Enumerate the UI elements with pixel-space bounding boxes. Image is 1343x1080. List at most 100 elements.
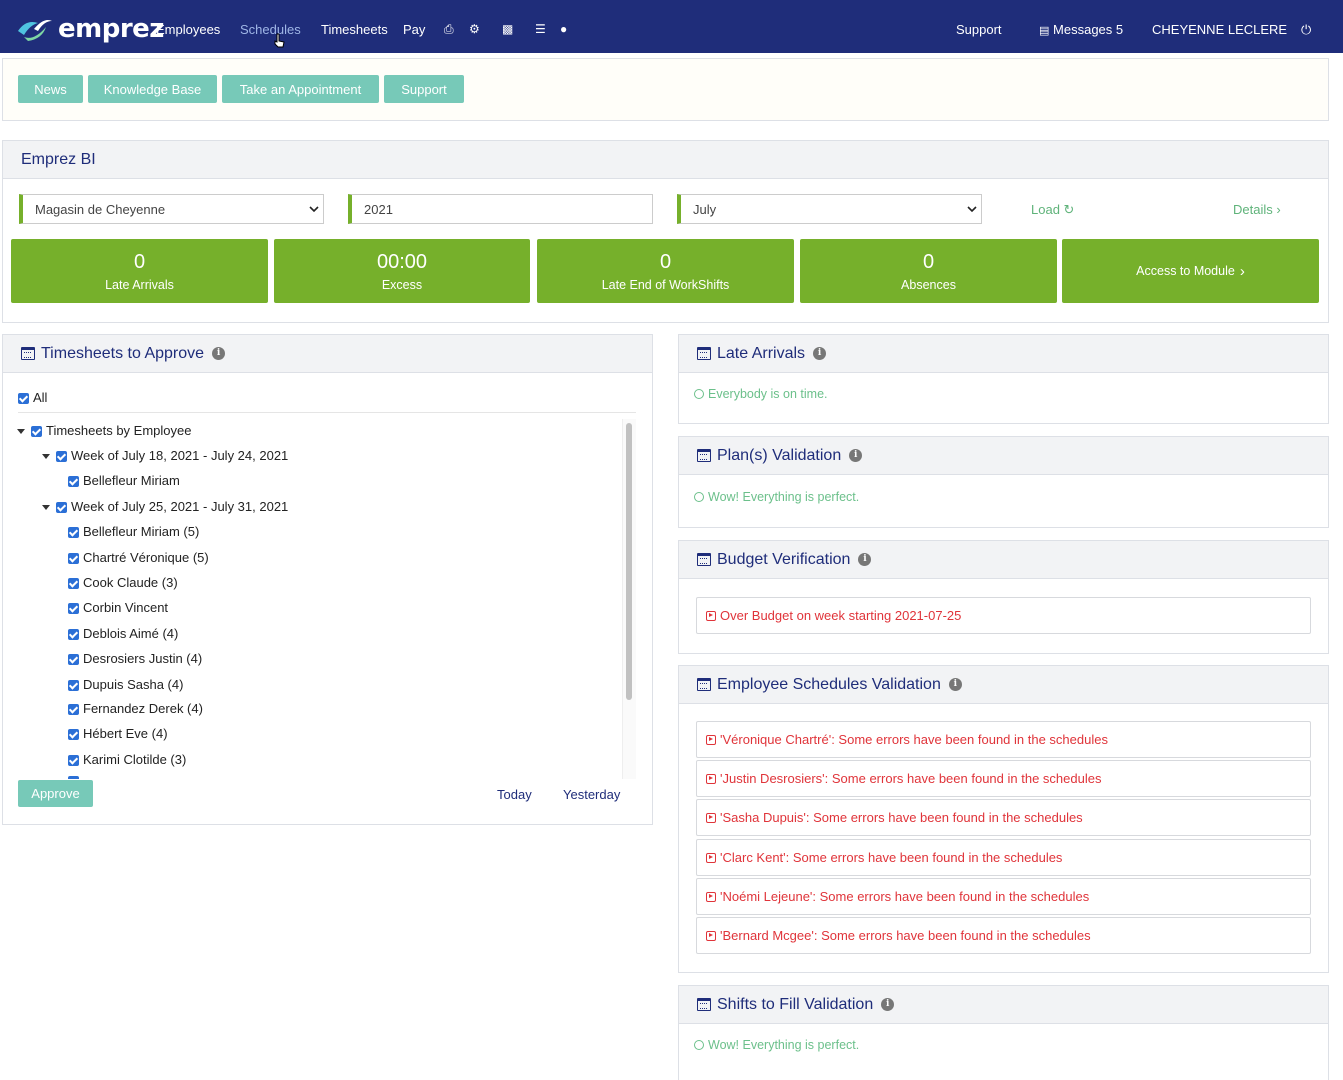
nav-messages[interactable]: ▤ Messages 5 <box>1039 22 1123 37</box>
tree-employee[interactable]: Deblois Aimé (4) <box>68 626 178 641</box>
schedule-error-item[interactable]: 'Noémi Lejeune': Some errors have been f… <box>696 878 1311 915</box>
plans-title: Plan(s) Validation <box>717 446 842 464</box>
checkbox[interactable] <box>68 629 79 641</box>
nav-schedules[interactable]: Schedules <box>240 22 301 37</box>
schedule-error-item[interactable]: 'Sasha Dupuis': Some errors have been fo… <box>696 799 1311 836</box>
tree-week-2[interactable]: Week of July 25, 2021 - July 31, 2021 <box>42 499 288 514</box>
checkbox[interactable] <box>68 553 79 565</box>
list-icon[interactable]: ☰ <box>535 22 546 36</box>
month-select-value: July <box>693 201 717 217</box>
timesheets-header: Timesheets to Approve i <box>3 335 652 373</box>
month-select[interactable]: July <box>677 194 982 224</box>
shifts-header: Shifts to Fill Validation i <box>679 986 1328 1024</box>
nav-pay[interactable]: Pay <box>403 22 425 37</box>
checkbox[interactable] <box>31 426 42 438</box>
tree-employee[interactable]: Cook Claude (3) <box>68 575 178 590</box>
info-icon[interactable]: i <box>212 347 226 360</box>
tree-employee[interactable]: Bellefleur Miriam (5) <box>68 524 199 539</box>
cogs-icon[interactable]: ⚙ <box>469 22 480 36</box>
access-module-tile[interactable]: Access to Module › <box>1062 239 1319 303</box>
today-link[interactable]: Today <box>497 787 532 802</box>
year-input[interactable]: 2021 <box>348 194 653 224</box>
checkbox[interactable] <box>68 603 79 615</box>
checkbox[interactable] <box>68 704 79 716</box>
details-label: Details <box>1233 202 1273 217</box>
tree-employee[interactable]: Dupuis Sasha (4) <box>68 677 183 692</box>
take-appointment-button[interactable]: Take an Appointment <box>222 75 379 103</box>
tree-employee[interactable]: Chartré Véronique (5) <box>68 550 209 565</box>
tree-root[interactable]: Timesheets by Employee <box>17 423 191 438</box>
checkbox[interactable] <box>68 527 79 539</box>
info-icon[interactable]: i <box>881 998 895 1011</box>
tree-employee[interactable]: Karimi Clotilde (3) <box>68 752 186 767</box>
shifts-message: Wow! Everything is perfect. <box>694 1038 859 1052</box>
comments-icon[interactable]: ● <box>560 22 567 36</box>
checkbox[interactable] <box>56 451 67 463</box>
caret-down-icon[interactable] <box>17 429 25 435</box>
checkbox[interactable] <box>68 680 79 692</box>
calendar-icon <box>697 998 711 1011</box>
details-link[interactable]: Details › <box>1233 202 1281 217</box>
news-button[interactable]: News <box>18 75 83 103</box>
nav-timesheets[interactable]: Timesheets <box>321 22 388 37</box>
store-select[interactable]: Magasin de Cheyenne <box>19 194 324 224</box>
emp-sched-title: Employee Schedules Validation <box>717 675 941 693</box>
tree-employee[interactable]: Hébert Eve (4) <box>68 726 168 741</box>
tree-employee[interactable]: Corbin Vincent <box>68 600 168 615</box>
hand-cursor-icon <box>274 33 285 48</box>
checkbox[interactable] <box>68 578 79 590</box>
caret-down-icon[interactable] <box>42 454 50 460</box>
checkbox[interactable] <box>68 729 79 741</box>
employee-label: Cook Claude (3) <box>83 575 178 590</box>
play-square-icon <box>706 610 716 621</box>
alert-text: 'Justin Desrosiers': Some errors have be… <box>720 771 1102 786</box>
info-icon[interactable]: i <box>813 347 827 360</box>
schedule-error-item[interactable]: 'Véronique Chartré': Some errors have be… <box>696 721 1311 758</box>
checkbox[interactable] <box>68 476 79 488</box>
play-square-icon <box>706 930 716 941</box>
employee-label: Deblois Aimé (4) <box>83 626 179 641</box>
info-icon[interactable]: i <box>858 553 872 566</box>
knowledge-base-button[interactable]: Knowledge Base <box>88 75 217 103</box>
tree-employee[interactable]: Desrosiers Justin (4) <box>68 651 202 666</box>
alert-text: 'Clarc Kent': Some errors have been foun… <box>720 850 1063 865</box>
late-arrivals-tile[interactable]: 0 Late Arrivals <box>11 239 268 303</box>
sitemap-icon[interactable]: ▩ <box>502 22 513 36</box>
calendar-icon <box>697 553 711 566</box>
tree-week-1[interactable]: Week of July 18, 2021 - July 24, 2021 <box>42 448 288 463</box>
schedule-error-item[interactable]: 'Bernard Mcgee': Some errors have been f… <box>696 917 1311 954</box>
budget-alert[interactable]: Over Budget on week starting 2021-07-25 <box>696 597 1311 634</box>
print-icon[interactable]: ⎙ <box>444 22 454 37</box>
yesterday-link[interactable]: Yesterday <box>563 787 620 802</box>
absences-tile[interactable]: 0 Absences <box>800 239 1057 303</box>
budget-header: Budget Verification i <box>679 541 1328 579</box>
checkbox[interactable] <box>56 502 67 514</box>
caret-down-icon[interactable] <box>42 505 50 511</box>
nav-support[interactable]: Support <box>956 22 1002 37</box>
tree-scrollbar[interactable] <box>622 419 636 779</box>
tree-employee[interactable]: Fernandez Derek (4) <box>68 701 203 716</box>
info-icon[interactable]: i <box>948 678 962 691</box>
employee-label: Desrosiers Justin (4) <box>83 651 203 666</box>
late-end-tile[interactable]: 0 Late End of WorkShifts <box>537 239 794 303</box>
checkbox[interactable] <box>18 393 29 405</box>
info-icon[interactable]: i <box>849 449 863 462</box>
excess-tile[interactable]: 00:00 Excess <box>274 239 530 303</box>
support-button[interactable]: Support <box>384 75 464 103</box>
late-arrivals-message: Everybody is on time. <box>694 387 828 401</box>
tree-employee[interactable]: Bellefleur Miriam <box>68 473 180 488</box>
checkbox[interactable] <box>68 654 79 666</box>
approve-button[interactable]: Approve <box>18 780 93 807</box>
all-checkbox[interactable]: All <box>18 390 47 405</box>
scrollbar-thumb[interactable] <box>626 423 632 700</box>
schedule-error-item[interactable]: 'Clarc Kent': Some errors have been foun… <box>696 839 1311 876</box>
tile-label: Absences <box>901 278 956 292</box>
refresh-icon: ↻ <box>1063 202 1075 217</box>
checkbox[interactable] <box>68 755 79 767</box>
nav-user[interactable]: CHEYENNE LECLERE <box>1152 22 1287 37</box>
load-link[interactable]: Load ↻ <box>1031 202 1074 218</box>
nav-employees[interactable]: Employees <box>156 22 220 37</box>
emprez-logo[interactable]: emprez <box>16 14 164 44</box>
power-icon[interactable]: ⏻ <box>1301 22 1311 38</box>
schedule-error-item[interactable]: 'Justin Desrosiers': Some errors have be… <box>696 760 1311 797</box>
